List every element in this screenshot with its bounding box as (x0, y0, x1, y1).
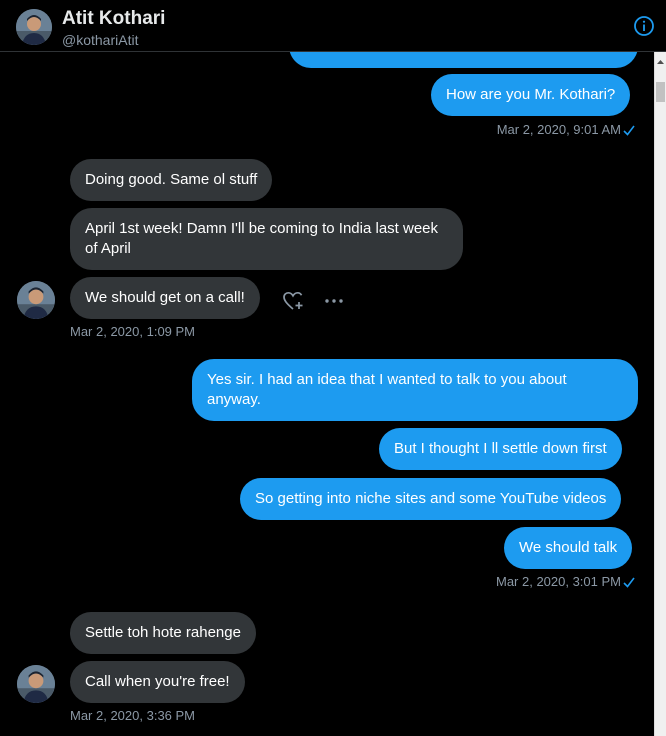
check-icon (623, 125, 635, 136)
scroll-up-arrow-icon[interactable] (655, 55, 666, 69)
scrollbar-thumb[interactable] (656, 82, 665, 102)
message-bubble-outgoing[interactable]: We should talk (504, 527, 633, 569)
message-bubble-incoming[interactable]: Settle toh hote rahenge (70, 612, 256, 654)
contact-name: Atit Kothari (62, 8, 166, 29)
message-bubble-outgoing[interactable]: How are you Mr. Kothari? (431, 74, 631, 116)
message-bubble-incoming[interactable]: Doing good. Same ol stuff (70, 159, 273, 201)
conversation-timeline[interactable]: How are you Mr. Kothari? Mar 2, 2020, 9:… (0, 52, 654, 736)
avatar[interactable] (16, 9, 52, 45)
message-timestamp: Mar 2, 2020, 1:09 PM (70, 324, 196, 339)
message-bubble-outgoing[interactable]: So getting into niche sites and some You… (240, 478, 622, 520)
heart-plus-icon[interactable] (281, 289, 305, 313)
contact-handle: @kothariAtit (62, 32, 139, 48)
message-timestamp: Mar 2, 2020, 3:36 PM (70, 708, 196, 723)
info-icon[interactable] (632, 14, 656, 38)
message-bubble-incoming[interactable]: April 1st week! Damn I'll be coming to I… (70, 208, 463, 270)
message-bubble-incoming[interactable]: We should get on a call! (70, 277, 260, 319)
message-timestamp: Mar 2, 2020, 3:01 PM (495, 574, 621, 589)
message-bubble-outgoing[interactable]: Yes sir. I had an idea that I wanted to … (192, 359, 638, 421)
avatar[interactable] (17, 281, 55, 319)
scrollbar[interactable] (654, 52, 666, 736)
avatar[interactable] (17, 665, 55, 703)
message-timestamp: Mar 2, 2020, 9:01 AM (496, 122, 621, 137)
more-icon[interactable] (322, 289, 346, 313)
message-bubble-outgoing[interactable]: But I thought I ll settle down first (379, 428, 622, 470)
message-bubble-incoming[interactable]: Call when you're free! (70, 661, 245, 703)
check-icon (623, 577, 635, 588)
conversation-header: Atit Kothari @kothariAtit (0, 0, 666, 52)
message-bubble-outgoing[interactable] (289, 52, 638, 68)
